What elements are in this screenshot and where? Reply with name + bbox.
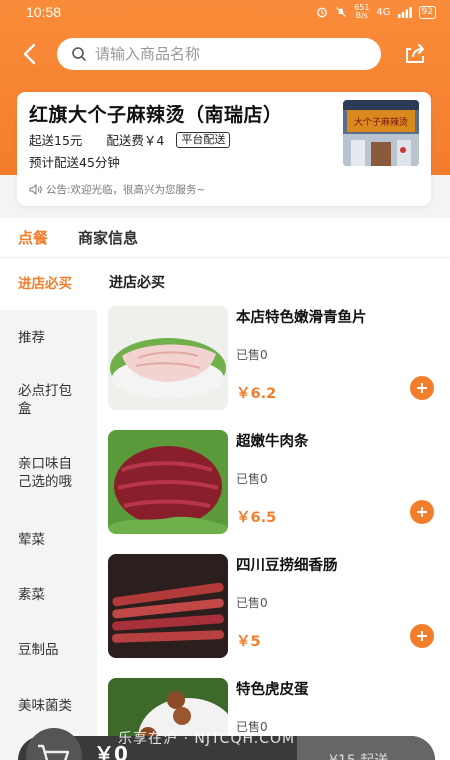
product-image[interactable]	[108, 306, 228, 410]
product-sold: 已售0	[236, 472, 268, 486]
search-icon	[72, 47, 86, 61]
battery-icon: 92	[418, 5, 436, 19]
add-to-cart-button[interactable]	[410, 624, 434, 648]
plus-icon	[417, 507, 427, 517]
sidebar-item-tofu[interactable]: 豆制品	[0, 622, 97, 678]
sidebar-item-packing-box[interactable]: 必点打包盒	[0, 366, 97, 434]
product-price: ￥6.5	[236, 510, 277, 526]
sidebar-item-vegetable[interactable]: 素菜	[0, 568, 97, 622]
signal-icon	[397, 6, 412, 18]
watermark: 乐享在沪 · NJTCQH.COM	[118, 731, 296, 747]
add-to-cart-button[interactable]	[410, 376, 434, 400]
sidebar-item-choose-flavor[interactable]: 亲口味自己选的哦	[0, 434, 97, 512]
mute-icon	[336, 7, 347, 17]
sidebar-item-mushroom[interactable]: 美味菌类	[0, 678, 97, 734]
checkout-button[interactable]: ¥15 起送	[297, 736, 435, 760]
shop-delivery-meta: 起送15元 配送费￥4 平台配送	[29, 130, 231, 149]
shop-name: 红旗大个子麻辣烫（南瑞店）	[29, 104, 283, 126]
tab-order[interactable]: 点餐	[18, 227, 48, 248]
min-order: 起送15元	[29, 133, 83, 148]
search-bar[interactable]	[57, 38, 381, 70]
status-icons: 651 B/s 4G 92	[316, 4, 436, 20]
status-time: 10:58	[26, 4, 62, 20]
notice-text: 公告:欢迎光临，很高兴为您服务~	[46, 184, 206, 196]
product-name: 超嫩牛肉条	[236, 434, 309, 450]
sidebar-item-meat[interactable]: 荤菜	[0, 512, 97, 568]
cart-icon	[38, 744, 70, 760]
shop-info-card: 红旗大个子麻辣烫（南瑞店） 起送15元 配送费￥4 平台配送 预计配送45分钟 …	[17, 92, 431, 206]
speaker-icon	[29, 184, 42, 195]
product-item[interactable]: 四川豆捞细香肠 已售0 ￥5	[108, 554, 446, 664]
delivery-tag: 平台配送	[176, 131, 231, 148]
sidebar-item-recommended[interactable]: 推荐	[0, 310, 97, 366]
sidebar-item-must-buy[interactable]: 进店必买	[0, 258, 97, 310]
back-arrow-icon[interactable]	[18, 40, 42, 68]
product-image[interactable]	[108, 430, 228, 534]
status-bar: 10:58 651 B/s 4G 92	[0, 0, 450, 24]
product-name: 本店特色嫩滑青鱼片	[236, 310, 367, 326]
product-item[interactable]: 本店特色嫩滑青鱼片 已售0 ￥6.2	[108, 306, 446, 416]
section-title: 进店必买	[109, 275, 165, 291]
product-sold: 已售0	[236, 348, 268, 362]
add-to-cart-button[interactable]	[410, 500, 434, 524]
category-sidebar: 进店必买 推荐 必点打包盒 亲口味自己选的哦 荤菜 素菜 豆制品 美味菌类	[0, 258, 97, 760]
plus-icon	[417, 383, 427, 393]
tab-shop-info[interactable]: 商家信息	[78, 227, 138, 248]
search-input[interactable]	[95, 45, 335, 63]
top-navbar	[0, 36, 450, 72]
product-name: 特色虎皮蛋	[236, 682, 309, 698]
cart-button[interactable]	[26, 728, 82, 760]
product-price: ￥5	[236, 634, 261, 650]
share-icon[interactable]	[402, 41, 428, 67]
delivery-eta: 预计配送45分钟	[29, 155, 120, 170]
shop-storefront-photo[interactable]: 大个子麻辣烫	[343, 100, 419, 166]
product-name: 四川豆捞细香肠	[236, 558, 338, 574]
shop-tabs: 点餐 商家信息	[0, 218, 450, 258]
product-sold: 已售0	[236, 596, 268, 610]
delivery-fee: 配送费￥4	[106, 133, 165, 148]
product-price: ￥6.2	[236, 386, 277, 402]
shop-notice[interactable]: 公告:欢迎光临，很高兴为您服务~	[29, 182, 205, 197]
shop-sign-text: 大个子麻辣烫	[354, 116, 408, 128]
product-image[interactable]	[108, 554, 228, 658]
net-speed: 651 B/s	[354, 3, 370, 20]
alarm-icon	[317, 7, 327, 18]
signal-indicator: 4G	[376, 6, 391, 18]
product-item[interactable]: 超嫩牛肉条 已售0 ￥6.5	[108, 430, 446, 540]
plus-icon	[417, 631, 427, 641]
product-list: 进店必买 本店特色嫩滑青鱼片 已售0 ￥6.2 超嫩牛肉条 已售0 ￥6.5 四…	[97, 258, 450, 760]
